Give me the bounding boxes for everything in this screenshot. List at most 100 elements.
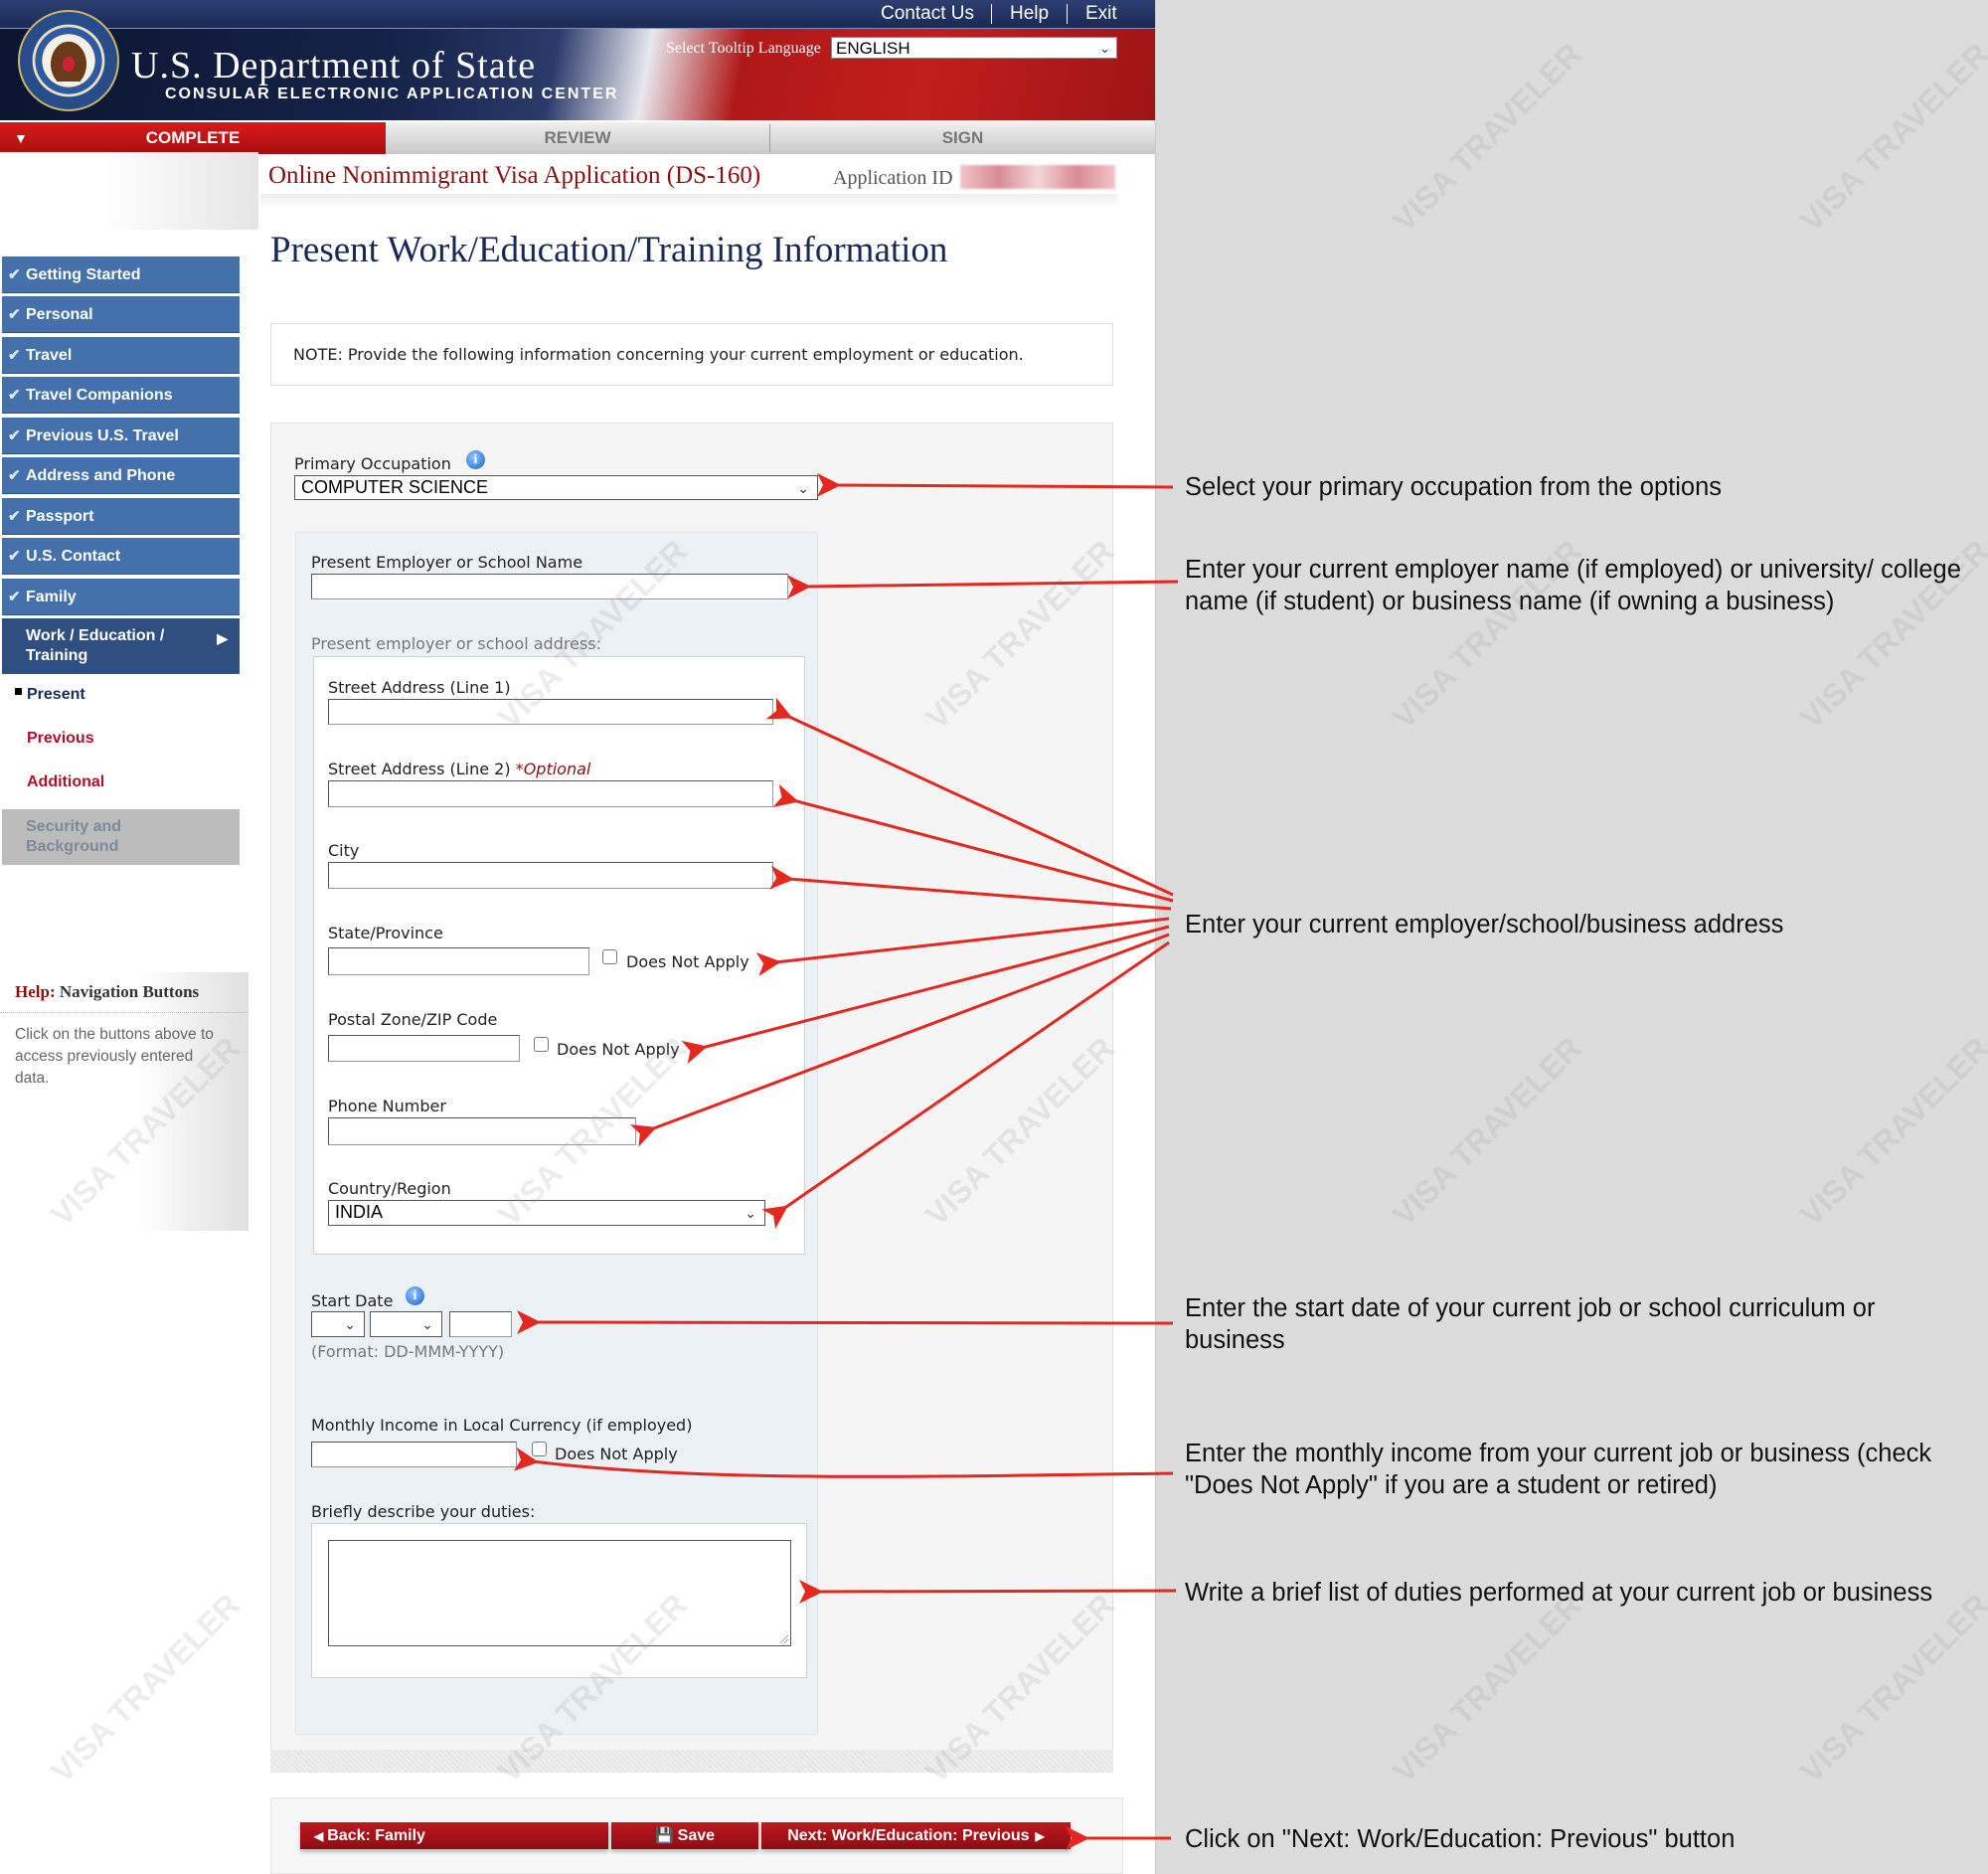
caret-right-icon: ▶ [1035, 1829, 1045, 1843]
duties-textarea[interactable] [328, 1540, 791, 1646]
state-province-label: State/Province [328, 924, 443, 942]
state-does-not-apply-label: Does Not Apply [626, 952, 749, 971]
checkmark-icon: ✔ [8, 427, 21, 444]
current-bullet-icon [15, 688, 22, 695]
form-panel-footer [270, 1750, 1113, 1773]
sidebar-item-getting-started[interactable]: ✔ Getting Started [2, 256, 240, 293]
help-text: Click on the buttons above to access pre… [15, 1026, 214, 1087]
annotation-start-date: Enter the start date of your current job… [1185, 1294, 1876, 1354]
city-input[interactable] [328, 862, 773, 889]
sidebar-item-label: Previous U.S. Travel [26, 427, 179, 444]
tab-label: COMPLETE [145, 128, 241, 147]
street-line2-input[interactable] [328, 780, 773, 807]
tooltip-language-select[interactable]: ENGLISH ⌄ [831, 37, 1117, 59]
watermark: VISA TRAVELER [1792, 36, 1988, 240]
employer-name-input[interactable] [311, 574, 788, 599]
next-work-education-previous-button[interactable]: Next: Work/Education: Previous ▶ [761, 1822, 1071, 1849]
subnav-present[interactable]: Present [27, 686, 85, 704]
sidebar-item-family[interactable]: ✔ Family [2, 579, 240, 615]
sidebar-item-label: Travel Companions [26, 387, 173, 404]
sidebar-item-passport[interactable]: ✔ Passport [2, 498, 240, 535]
postal-code-input[interactable] [328, 1035, 520, 1062]
monthly-income-label: Monthly Income in Local Currency (if emp… [311, 1416, 693, 1435]
start-date-format-hint: (Format: DD-MMM-YYYY) [311, 1342, 505, 1361]
postal-does-not-apply-label: Does Not Apply [557, 1040, 680, 1059]
sidebar-item-travel[interactable]: ✔ Travel [2, 337, 240, 374]
subnav-previous[interactable]: Previous [27, 730, 94, 748]
sidebar-item-travel-companions[interactable]: ✔ Travel Companions [2, 377, 240, 414]
chevron-down-icon: ⌄ [421, 1316, 433, 1332]
start-month-select[interactable]: ⌄ [370, 1311, 442, 1337]
tooltip-language-label: Select Tooltip Language [666, 40, 821, 57]
sidebar-item-label: Security and [26, 818, 122, 835]
phone-number-input[interactable] [328, 1117, 636, 1145]
sidebar-item-label: Passport [26, 508, 94, 525]
annotation-address: Enter your current employer/school/busin… [1185, 911, 1784, 938]
sidebar-item-work-education[interactable]: Work / Education / Training ▶ [2, 618, 240, 674]
postal-does-not-apply-checkbox[interactable] [534, 1037, 549, 1052]
start-year-input[interactable] [449, 1311, 512, 1337]
duties-label: Briefly describe your duties: [311, 1502, 536, 1521]
subnav-additional[interactable]: Additional [27, 773, 104, 791]
state-does-not-apply-checkbox[interactable] [602, 949, 617, 964]
street-line2-text: Street Address (Line 2) [328, 760, 511, 778]
optional-tag: *Optional [515, 760, 591, 778]
exit-link[interactable]: Exit [1085, 3, 1117, 25]
monthly-income-input[interactable] [311, 1442, 517, 1467]
sidebar-item-address-phone[interactable]: ✔ Address and Phone [2, 457, 240, 494]
button-label: Save [677, 1827, 716, 1844]
sidebar-item-label: Personal [26, 306, 93, 323]
help-label: Help: [15, 982, 56, 1001]
info-icon[interactable]: i [406, 1286, 424, 1305]
tab-review[interactable]: REVIEW [386, 122, 769, 154]
resize-handle-icon[interactable] [780, 1635, 788, 1643]
checkmark-icon: ✔ [8, 589, 21, 605]
annotation-duties: Write a brief list of duties performed a… [1185, 1579, 1933, 1607]
sidebar-item-label: Background [26, 838, 119, 855]
checkmark-icon: ✔ [8, 347, 21, 364]
title-underline [260, 194, 1117, 208]
sidebar-item-personal[interactable]: ✔ Personal [2, 296, 240, 333]
checkmark-icon: ✔ [8, 508, 21, 525]
sidebar-item-label: Work / Education / [26, 627, 165, 644]
caret-left-icon: ◀ [314, 1829, 324, 1843]
save-button[interactable]: 💾 Save [611, 1822, 758, 1849]
street-line2-label: Street Address (Line 2) *Optional [328, 760, 590, 778]
department-title: U.S. Department of State [131, 45, 537, 86]
checkmark-icon: ✔ [8, 306, 21, 323]
country-region-select[interactable]: INDIA ⌄ [328, 1200, 765, 1226]
help-link[interactable]: Help [1010, 3, 1049, 25]
street-line1-input[interactable] [328, 699, 773, 725]
sidebar-item-us-contact[interactable]: ✔ U.S. Contact [2, 538, 240, 575]
sidebar-item-label: Training [26, 647, 88, 664]
state-department-seal-icon [18, 10, 119, 111]
contact-us-link[interactable]: Contact Us [881, 3, 974, 25]
checkmark-icon: ✔ [8, 387, 21, 404]
annotation-next-button: Click on "Next: Work/Education: Previous… [1185, 1825, 1736, 1853]
back-family-button[interactable]: ◀ Back: Family [300, 1822, 608, 1849]
help-title: Help: Navigation Buttons [15, 982, 199, 1002]
watermark: VISA TRAVELER [1792, 1030, 1988, 1234]
sidebar-item-label: Family [26, 589, 77, 605]
sidebar-item-previous-us-travel[interactable]: ✔ Previous U.S. Travel [2, 418, 240, 454]
income-does-not-apply-label: Does Not Apply [555, 1445, 678, 1463]
info-icon[interactable]: i [466, 450, 485, 469]
chevron-down-icon: ⌄ [745, 1205, 756, 1221]
postal-code-label: Postal Zone/ZIP Code [328, 1010, 498, 1029]
tab-complete[interactable]: ▼ COMPLETE [0, 122, 386, 154]
income-does-not-apply-checkbox[interactable] [532, 1442, 547, 1456]
tab-sign[interactable]: SIGN [770, 122, 1155, 154]
page-title: Present Work/Education/Training Informat… [270, 230, 948, 270]
divider [0, 1012, 248, 1013]
department-subtitle: CONSULAR ELECTRONIC APPLICATION CENTER [165, 85, 619, 102]
primary-occupation-select[interactable]: COMPUTER SCIENCE ⌄ [294, 475, 818, 500]
start-day-select[interactable]: ⌄ [311, 1311, 365, 1337]
employer-name-label: Present Employer or School Name [311, 553, 583, 572]
application-title: Online Nonimmigrant Visa Application (DS… [268, 162, 761, 189]
button-label: Next: Work/Education: Previous [787, 1827, 1030, 1844]
state-province-input[interactable] [328, 947, 589, 975]
site-header: Contact Us Help Exit U.S. Department of … [0, 0, 1155, 120]
progress-tabs: ▼ COMPLETE REVIEW SIGN [0, 120, 1155, 154]
employer-address-heading: Present employer or school address: [311, 634, 601, 653]
street-line1-label: Street Address (Line 1) [328, 678, 511, 697]
